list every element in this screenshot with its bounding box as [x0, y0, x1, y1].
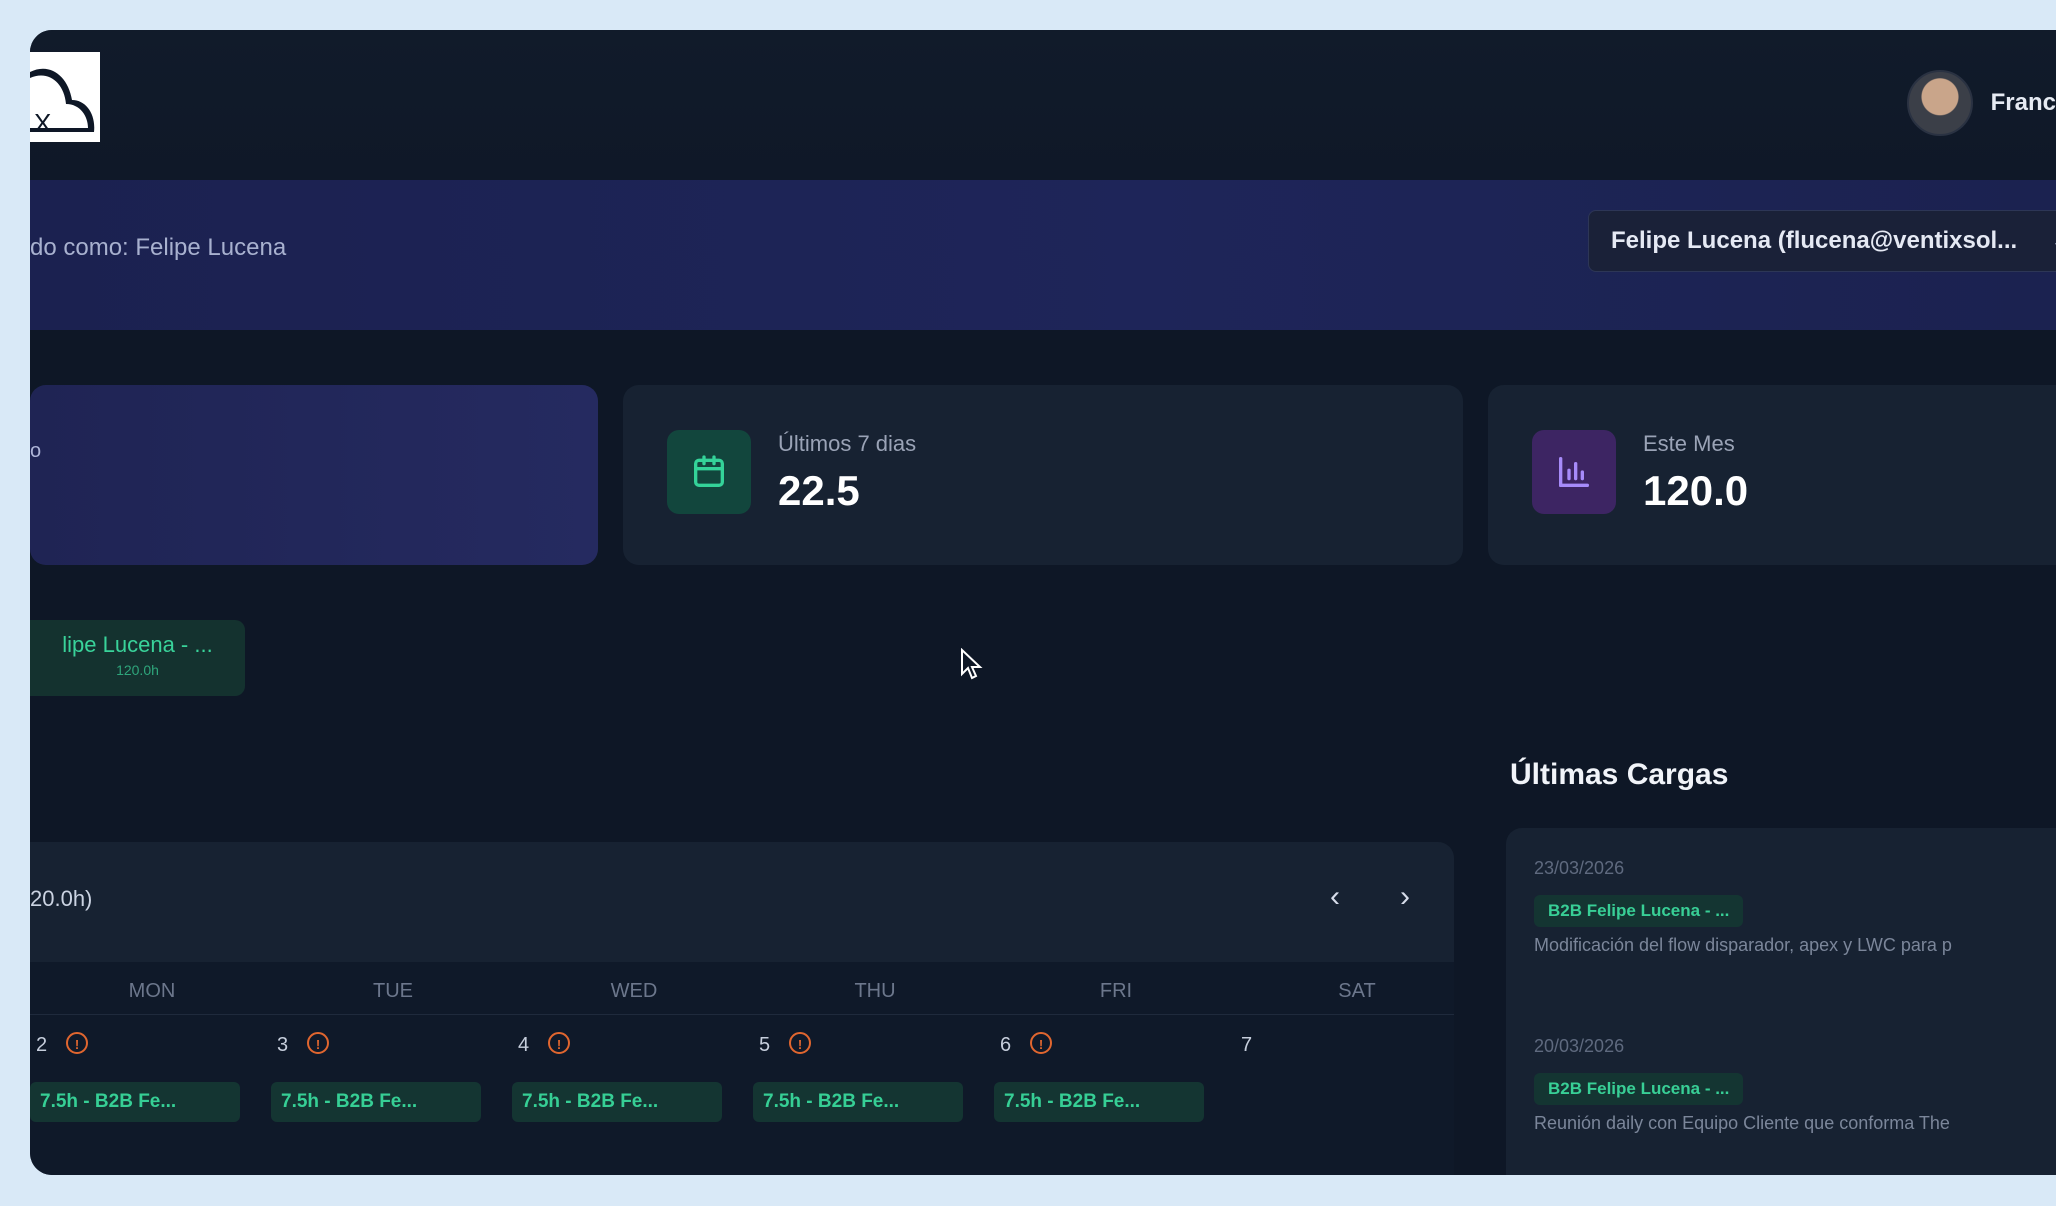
bar-chart-icon — [1532, 430, 1616, 514]
warning-icon: ! — [307, 1032, 329, 1054]
recent-loads-title: Últimas Cargas — [1510, 758, 1729, 791]
svg-text:X: X — [34, 108, 51, 138]
load-project-badge: B2B Felipe Lucena - ... — [1534, 1073, 1744, 1105]
time-entry-chip[interactable]: 7.5h - B2B Fe... — [512, 1082, 722, 1122]
load-date: 23/03/2026 — [1534, 858, 1625, 878]
day-number: 7 — [1241, 1034, 1253, 1056]
weekday-label: THU — [854, 980, 896, 1002]
company-logo[interactable]: X — [30, 52, 100, 142]
recent-load-item[interactable]: 20/03/2026 B2B Felipe Lucena - ... Reuni… — [1534, 1036, 2056, 1134]
stat-card-last-7-days: Últimos 7 dias 22.5 — [623, 385, 1463, 565]
impersonation-label: do como: Felipe Lucena — [30, 234, 287, 261]
selected-user-value: Felipe Lucena (flucena@ventixsol... — [1611, 227, 2018, 254]
day-number: 5 — [759, 1034, 771, 1056]
calendar-header: 20.0h) ‹ › — [30, 842, 1454, 962]
day-number: 4 — [518, 1034, 530, 1056]
warning-icon: ! — [548, 1032, 570, 1054]
stat-label: Este Mes — [1643, 431, 1735, 456]
warning-icon: ! — [789, 1032, 811, 1054]
avatar[interactable] — [1906, 70, 1973, 136]
weekday-label: SAT — [1338, 980, 1376, 1002]
calendar-title: 20.0h) — [30, 886, 93, 911]
time-entry-chip[interactable]: 7.5h - B2B Fe... — [30, 1082, 240, 1122]
load-description: Reunión daily con Equipo Cliente que con… — [1534, 1113, 1950, 1133]
weekday-label: TUE — [373, 980, 413, 1002]
day-number: 3 — [277, 1034, 289, 1056]
day-number: 6 — [1000, 1034, 1012, 1056]
user-menu[interactable]: Franc — [1906, 68, 2056, 138]
weekday-label: MON — [128, 980, 176, 1002]
warning-icon: ! — [1030, 1032, 1052, 1054]
weekday-label: WED — [610, 980, 658, 1002]
recent-loads-panel: 23/03/2026 B2B Felipe Lucena - ... Modif… — [1506, 828, 2056, 1175]
stat-card-label-fragment: o — [30, 440, 42, 462]
impersonate-user-select[interactable]: Felipe Lucena (flucena@ventixsol... ⌄ — [1588, 210, 2056, 272]
calendar-day-cell[interactable]: 6 ! 7.5h - B2B Fe... — [994, 1024, 1234, 1144]
calendar-day-cell[interactable]: 4 ! 7.5h - B2B Fe... — [512, 1024, 752, 1144]
stat-value: 22.5 — [778, 467, 860, 514]
calendar-day-cell[interactable]: 3 ! 7.5h - B2B Fe... — [271, 1024, 511, 1144]
next-week-button[interactable]: › — [1380, 872, 1430, 922]
weekly-calendar: 20.0h) ‹ › MON TUE WED THU FRI SAT 2 ! 7… — [30, 842, 1454, 1175]
top-navigation-bar: X Franc — [30, 30, 2056, 180]
project-chip-hours: 120.0h — [116, 662, 159, 678]
previous-week-button[interactable]: ‹ — [1310, 872, 1360, 922]
impersonation-bar: do como: Felipe Lucena Felipe Lucena (fl… — [30, 180, 2056, 330]
chevron-right-icon: › — [1400, 880, 1410, 913]
calendar-day-cell[interactable]: 5 ! 7.5h - B2B Fe... — [753, 1024, 993, 1144]
weekday-header-row: MON TUE WED THU FRI SAT — [30, 970, 1454, 1015]
app-window: X Franc do como: Felipe Lucena Felipe Lu… — [30, 30, 2056, 1175]
stat-label: Últimos 7 dias — [778, 431, 917, 456]
calendar-day-cell[interactable]: 2 ! 7.5h - B2B Fe... — [30, 1024, 270, 1144]
recent-load-item[interactable]: 23/03/2026 B2B Felipe Lucena - ... Modif… — [1534, 858, 2056, 956]
chevron-down-icon: ⌄ — [2051, 228, 2056, 254]
stat-value: 120.0 — [1643, 467, 1749, 514]
project-chip-name: lipe Lucena - ... — [62, 632, 213, 657]
load-date: 20/03/2026 — [1534, 1036, 1625, 1056]
time-entry-chip[interactable]: 7.5h - B2B Fe... — [271, 1082, 481, 1122]
day-number: 2 — [36, 1034, 48, 1056]
calendar-day-cell[interactable]: 7 — [1235, 1024, 1475, 1144]
load-project-badge: B2B Felipe Lucena - ... — [1534, 895, 1744, 927]
time-entry-chip[interactable]: 7.5h - B2B Fe... — [994, 1082, 1204, 1122]
mouse-cursor-icon — [961, 648, 983, 680]
weekday-label: FRI — [1099, 980, 1133, 1002]
project-filter-chip[interactable]: lipe Lucena - ... 120.0h — [30, 620, 245, 696]
stat-card-this-month: Este Mes 120.0 — [1488, 385, 2056, 565]
load-description: Modificación del flow disparador, apex y… — [1534, 935, 1952, 955]
warning-icon: ! — [66, 1032, 88, 1054]
stat-card-today: o — [30, 385, 598, 565]
user-name[interactable]: Franc — [1991, 89, 2056, 117]
time-entry-chip[interactable]: 7.5h - B2B Fe... — [753, 1082, 963, 1122]
calendar-icon — [667, 430, 751, 514]
chevron-left-icon: ‹ — [1330, 880, 1340, 913]
